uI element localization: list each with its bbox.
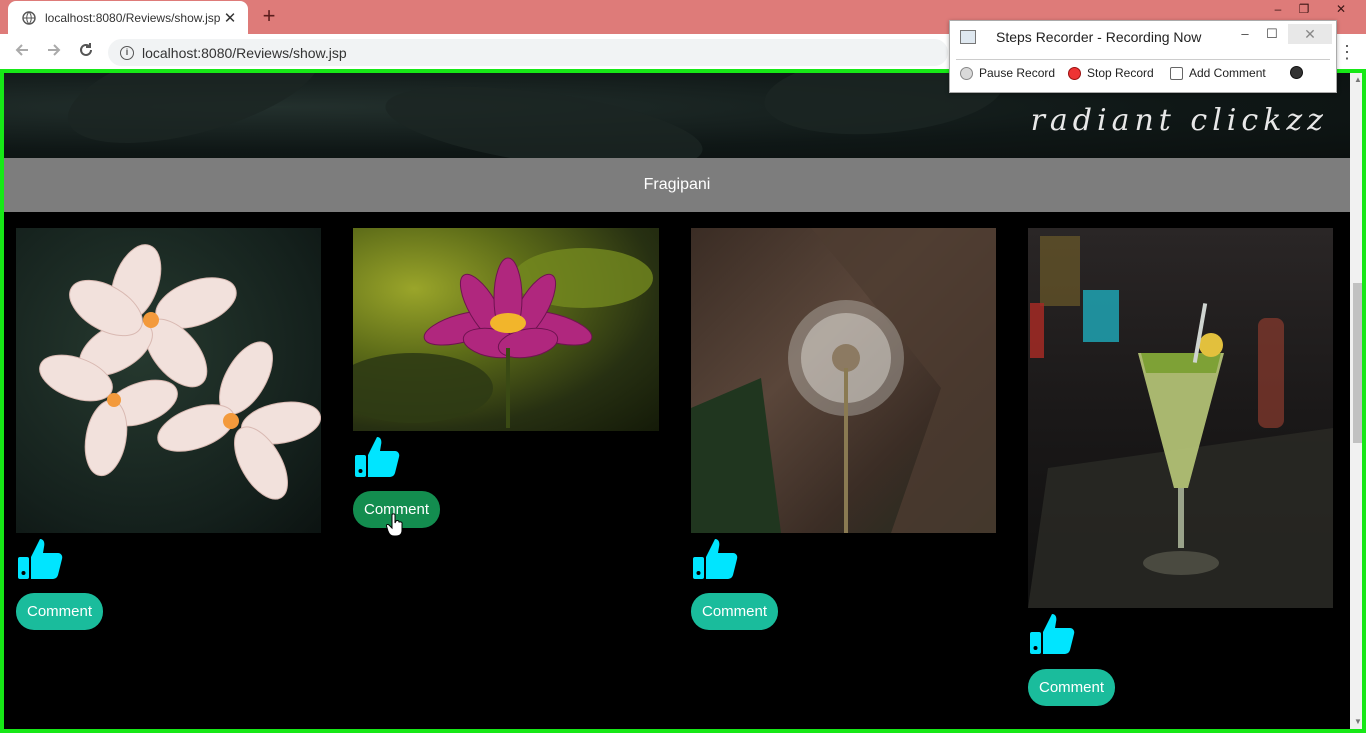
comment-button[interactable]: Comment <box>1028 669 1116 706</box>
page-viewport: radiant clickzz Fragipani Comment Commen… <box>0 69 1366 733</box>
browser-tab[interactable]: localhost:8080/Reviews/show.jsp ✕ <box>8 1 248 34</box>
photo-water-lily[interactable] <box>353 228 659 431</box>
brand-logo: radiant clickzz <box>1030 103 1328 138</box>
tab-title: localhost:8080/Reviews/show.jsp <box>45 10 221 25</box>
comment-button[interactable]: Comment <box>691 593 779 630</box>
scroll-down-icon[interactable]: ▼ <box>1350 715 1362 729</box>
thumbs-up-icon[interactable] <box>1028 610 1076 658</box>
recorder-toolbar: Pause Record Stop Record Add Comment <box>956 59 1330 83</box>
steps-recorder-title: Steps Recorder - Recording Now <box>996 29 1202 45</box>
scrollbar-thumb[interactable] <box>1353 283 1362 443</box>
forward-button[interactable] <box>44 42 64 62</box>
arrow-left-icon <box>15 44 28 56</box>
section-title: Fragipani <box>4 158 1350 212</box>
photo-mojito[interactable] <box>1028 228 1333 608</box>
steps-recorder-window: Steps Recorder - Recording Now – ☐ ✕ Pau… <box>949 20 1337 93</box>
arrow-right-icon <box>48 44 61 56</box>
help-icon <box>1290 66 1303 79</box>
recorder-close-button[interactable]: ✕ <box>1288 24 1332 44</box>
comment-icon <box>1170 66 1183 80</box>
hand-cursor-icon <box>386 513 403 537</box>
address-bar[interactable]: i localhost:8080/Reviews/show.jsp <box>108 39 948 66</box>
back-button[interactable] <box>12 42 32 62</box>
reload-button[interactable] <box>76 42 96 62</box>
vertical-scrollbar[interactable]: ▲ ▼ <box>1350 73 1362 729</box>
stop-icon <box>1068 66 1081 80</box>
tab-close-icon[interactable]: ✕ <box>222 9 238 27</box>
recorder-minimize-button[interactable]: – <box>1236 26 1254 41</box>
steps-recorder-logo-icon <box>960 30 976 44</box>
pause-record-label: Pause Record <box>979 66 1056 80</box>
thumbs-up-icon[interactable] <box>691 535 739 583</box>
stop-record-label: Stop Record <box>1087 66 1154 80</box>
thumbs-up-icon[interactable] <box>16 535 64 583</box>
new-tab-button[interactable]: + <box>258 5 280 28</box>
comment-button[interactable]: Comment <box>16 593 104 630</box>
add-comment-button[interactable]: Add Comment <box>1170 66 1266 80</box>
stop-record-button[interactable]: Stop Record <box>1068 66 1154 80</box>
photo-dandelion[interactable] <box>691 228 996 533</box>
pause-icon <box>960 66 973 80</box>
info-icon[interactable]: i <box>120 45 134 60</box>
recorder-maximize-button[interactable]: ☐ <box>1263 26 1281 42</box>
globe-icon <box>22 10 36 25</box>
photo-frangipani[interactable] <box>16 228 321 533</box>
add-comment-label: Add Comment <box>1189 66 1266 80</box>
restore-window-button[interactable]: ❐ <box>1294 2 1314 18</box>
thumbs-up-icon[interactable] <box>353 433 401 481</box>
address-url: localhost:8080/Reviews/show.jsp <box>142 44 347 61</box>
minimize-window-button[interactable]: – <box>1268 2 1288 18</box>
scroll-up-icon[interactable]: ▲ <box>1350 73 1362 87</box>
browser-menu-icon[interactable]: ⋮ <box>1338 40 1356 64</box>
close-window-button[interactable]: ✕ <box>1331 2 1351 18</box>
reload-icon <box>80 43 92 56</box>
help-button[interactable] <box>1290 66 1309 79</box>
pause-record-button[interactable]: Pause Record <box>960 66 1055 80</box>
